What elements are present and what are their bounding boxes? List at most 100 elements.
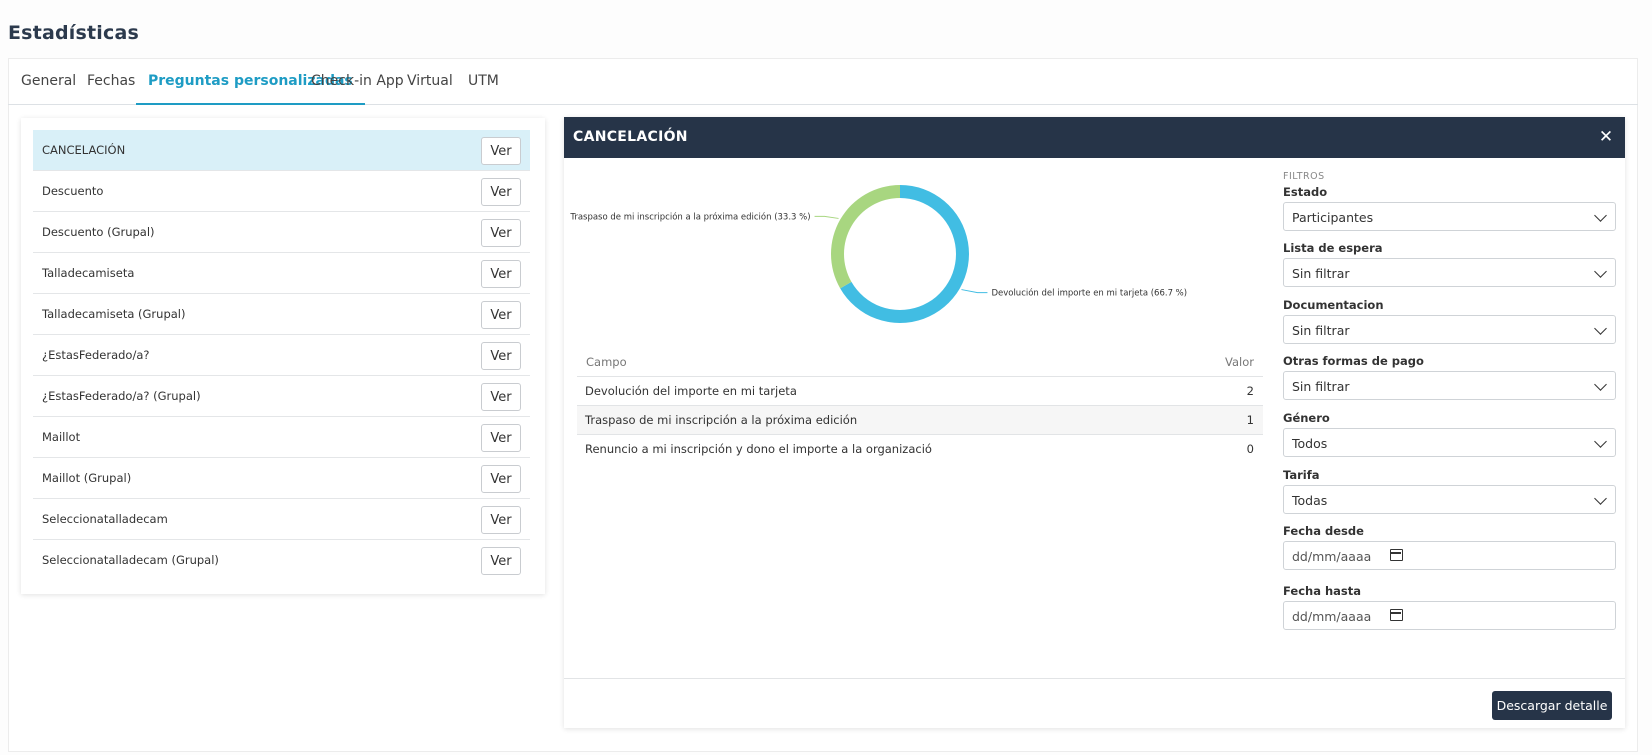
question-label: CANCELACIÓN (42, 143, 126, 157)
tab-check-in-app[interactable]: Check-in App (311, 58, 404, 105)
label-leader-line (814, 215, 839, 219)
detail-header: CANCELACIÓN ✕ (564, 117, 1625, 158)
cell-campo: Traspaso de mi inscripción a la próxima … (585, 413, 858, 427)
download-detail-button[interactable]: Descargar detalle (1492, 691, 1612, 720)
calendar-icon[interactable] (1390, 549, 1403, 561)
filters-title: FILTROS (1283, 171, 1325, 182)
results-table: Campo Valor Devolución del importe en mi… (577, 353, 1263, 464)
tab-utm[interactable]: UTM (468, 58, 499, 105)
question-row[interactable]: ¿EstasFederado/a? (Grupal) Ver (33, 376, 530, 417)
otras-formas-pago-value: Sin filtrar (1292, 379, 1350, 394)
fecha-hasta-placeholder: dd/mm/aaaa (1292, 609, 1372, 624)
tab-bar: General Fechas Preguntas personalizadas … (8, 58, 1638, 105)
tarifa-value: Todas (1292, 493, 1328, 508)
question-row[interactable]: Talladecamiseta Ver (33, 253, 530, 294)
ver-button[interactable]: Ver (481, 260, 521, 288)
question-row[interactable]: ¿EstasFederado/a? Ver (33, 335, 530, 376)
tarifa-select[interactable]: Todas (1283, 485, 1616, 514)
tab-virtual[interactable]: Virtual (407, 58, 453, 105)
chevron-down-icon (1594, 209, 1607, 222)
question-row[interactable]: Seleccionatalladecam (Grupal) Ver (33, 540, 530, 581)
ver-button[interactable]: Ver (481, 506, 521, 534)
fecha-desde-label: Fecha desde (1283, 524, 1364, 538)
cell-valor: 2 (1246, 384, 1254, 398)
detail-title: CANCELACIÓN (573, 129, 688, 145)
otras-formas-pago-label: Otras formas de pago (1283, 354, 1424, 368)
donut-chart: Devolución del importe en mi tarjeta (66… (569, 185, 1187, 323)
question-row[interactable]: Seleccionatalladecam Ver (33, 499, 530, 540)
close-icon[interactable]: ✕ (1593, 122, 1619, 152)
label-leader-line (961, 289, 988, 294)
tarifa-label: Tarifa (1283, 468, 1320, 482)
question-label: Talladecamiseta (42, 266, 135, 280)
fecha-hasta-input[interactable]: dd/mm/aaaa (1283, 601, 1616, 630)
fecha-desde-input[interactable]: dd/mm/aaaa (1283, 541, 1616, 570)
filters-panel: FILTROS Estado Participantes Lista de es… (1283, 171, 1617, 630)
otras-formas-pago-select[interactable]: Sin filtrar (1283, 371, 1616, 400)
column-header-campo: Campo (586, 355, 627, 369)
question-label: Seleccionatalladecam (42, 512, 168, 526)
table-row: Devolución del importe en mi tarjeta 2 (577, 377, 1263, 406)
fecha-hasta-label: Fecha hasta (1283, 584, 1362, 598)
fecha-desde-placeholder: dd/mm/aaaa (1292, 549, 1372, 564)
ver-button[interactable]: Ver (481, 219, 521, 247)
documentacion-select[interactable]: Sin filtrar (1283, 315, 1616, 344)
estado-select[interactable]: Participantes (1283, 202, 1616, 231)
genero-value: Todos (1292, 436, 1328, 451)
question-row[interactable]: Descuento Ver (33, 171, 530, 212)
table-header: Campo Valor (577, 353, 1263, 377)
slice-label: Traspaso de mi inscripción a la próxima … (569, 211, 810, 222)
ver-button[interactable]: Ver (481, 342, 521, 370)
question-row[interactable]: Maillot (Grupal) Ver (33, 458, 530, 499)
footer-divider (564, 678, 1625, 679)
column-header-valor: Valor (1225, 355, 1254, 369)
ver-button[interactable]: Ver (481, 424, 521, 452)
cell-campo: Renuncio a mi inscripción y dono el impo… (585, 442, 932, 456)
chevron-down-icon (1594, 265, 1607, 278)
question-label: Seleccionatalladecam (Grupal) (42, 553, 219, 567)
lista-espera-select[interactable]: Sin filtrar (1283, 258, 1616, 287)
chevron-down-icon (1594, 322, 1607, 335)
ver-button[interactable]: Ver (481, 383, 521, 411)
ver-button[interactable]: Ver (481, 547, 521, 575)
chevron-down-icon (1594, 378, 1607, 391)
lista-espera-value: Sin filtrar (1292, 266, 1350, 281)
calendar-icon[interactable] (1390, 609, 1403, 621)
question-row[interactable]: Talladecamiseta (Grupal) Ver (33, 294, 530, 335)
table-row: Traspaso de mi inscripción a la próxima … (577, 406, 1263, 435)
documentacion-label: Documentacion (1283, 298, 1384, 312)
table-row: Renuncio a mi inscripción y dono el impo… (577, 435, 1263, 464)
estado-label: Estado (1283, 185, 1328, 199)
chevron-down-icon (1594, 435, 1607, 448)
genero-select[interactable]: Todos (1283, 428, 1616, 457)
ver-button[interactable]: Ver (481, 301, 521, 329)
question-row[interactable]: CANCELACIÓN Ver (33, 130, 530, 171)
question-label: ¿EstasFederado/a? (Grupal) (42, 389, 201, 403)
ver-button[interactable]: Ver (481, 178, 521, 206)
lista-espera-label: Lista de espera (1283, 241, 1383, 255)
genero-label: Género (1283, 411, 1330, 425)
ver-button[interactable]: Ver (481, 137, 521, 165)
question-label: Maillot (42, 430, 81, 444)
questions-list: CANCELACIÓN Ver Descuento Ver Descuento … (21, 118, 545, 594)
question-label: ¿EstasFederado/a? (42, 348, 150, 362)
estado-value: Participantes (1292, 210, 1374, 225)
question-label: Talladecamiseta (Grupal) (42, 307, 186, 321)
cell-campo: Devolución del importe en mi tarjeta (585, 384, 797, 398)
ver-button[interactable]: Ver (481, 465, 521, 493)
documentacion-value: Sin filtrar (1292, 323, 1350, 338)
question-label: Descuento (Grupal) (42, 225, 155, 239)
detail-panel: CANCELACIÓN ✕ Devolución del importe en … (564, 117, 1625, 728)
question-row[interactable]: Descuento (Grupal) Ver (33, 212, 530, 253)
tab-general[interactable]: General (21, 58, 76, 105)
slice-label: Devolución del importe en mi tarjeta (66… (991, 288, 1187, 299)
cell-valor: 1 (1246, 413, 1254, 427)
pie-slice[interactable] (831, 185, 900, 289)
question-row[interactable]: Maillot Ver (33, 417, 530, 458)
cell-valor: 0 (1246, 442, 1254, 456)
tab-fechas[interactable]: Fechas (87, 58, 135, 105)
page-title: Estadísticas (8, 22, 140, 44)
question-label: Descuento (42, 184, 104, 198)
question-label: Maillot (Grupal) (42, 471, 132, 485)
chevron-down-icon (1594, 492, 1607, 505)
